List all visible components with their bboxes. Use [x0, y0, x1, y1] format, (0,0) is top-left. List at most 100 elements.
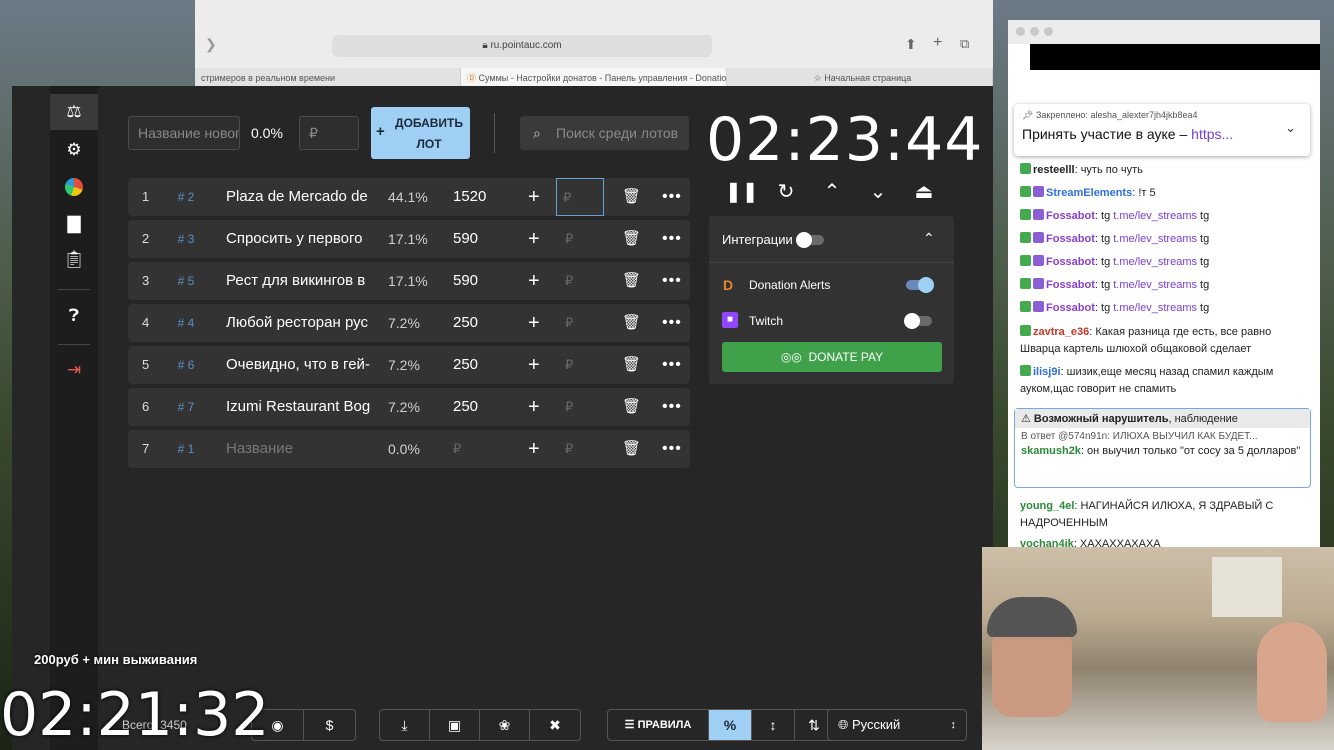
new-lot-name-input[interactable]: Название нового лота — [128, 116, 240, 150]
more-icon[interactable]: ••• — [662, 178, 682, 216]
chevron-down-icon[interactable]: ⌄ — [863, 177, 893, 207]
lot-add-amount-input[interactable]: ₽ — [556, 178, 604, 216]
chat-username[interactable]: resteelll — [1033, 164, 1075, 176]
currency-button[interactable]: $ — [303, 709, 356, 741]
lot-name[interactable]: Рест для викингов в — [226, 262, 370, 300]
add-lot-button[interactable]: + ДОБАВИТЬ ЛОТ — [371, 107, 470, 159]
chevron-up-icon[interactable]: ⌃ — [923, 230, 935, 247]
chat-username[interactable]: Fossabot — [1046, 233, 1095, 245]
trash-icon[interactable]: 🗑︎ — [622, 304, 641, 342]
lot-amount[interactable]: ₽ — [453, 430, 461, 468]
url-bar[interactable]: 🔒︎ ru.pointauc.com — [332, 35, 712, 57]
chat-link[interactable]: t.me/lev_streams — [1113, 256, 1197, 268]
donation-alerts-toggle[interactable] — [906, 277, 934, 293]
browser-tab-active[interactable]: Ⓓ Суммы - Настройки донатов - Панель упр… — [461, 68, 727, 88]
search-input[interactable]: ⌕ Поиск среди лотов — [520, 116, 689, 150]
split-icon[interactable]: ↕ — [751, 709, 795, 741]
pause-icon[interactable]: ❚❚ — [725, 177, 759, 207]
lot-name[interactable]: Izumi Restaurant Bogc — [226, 388, 370, 426]
lot-amount[interactable]: 250 — [453, 388, 478, 426]
clipboard-icon[interactable]: 📋︎ — [50, 242, 98, 278]
lot-name[interactable]: Plaza de Mercado de — [226, 178, 370, 216]
twitch-toggle[interactable] — [904, 313, 932, 329]
chat-link[interactable]: t.me/lev_streams — [1113, 302, 1197, 314]
lot-amount[interactable]: 250 — [453, 346, 478, 384]
eject-icon[interactable]: ⏏ — [909, 177, 939, 207]
trash-icon[interactable]: 🗑︎ — [622, 388, 641, 426]
lot-name[interactable]: Очевидно, что в гей- — [226, 346, 370, 384]
tabs-overview-icon[interactable]: ⧉ — [960, 36, 969, 52]
chevron-down-icon[interactable]: ⌄ — [1285, 120, 1296, 136]
lot-name[interactable]: Любой ресторан рус — [226, 304, 370, 342]
chat-username[interactable]: Fossabot — [1046, 279, 1095, 291]
new-lot-amount-input[interactable]: ₽ — [299, 116, 359, 150]
integrations-toggle[interactable] — [796, 232, 824, 248]
gavel-icon[interactable]: ⚖ — [50, 94, 98, 130]
chat-username[interactable]: Fossabot — [1046, 302, 1095, 314]
gear-icon[interactable]: ⚙ — [50, 132, 98, 168]
chat-username[interactable]: ilisj9i — [1033, 366, 1061, 378]
help-icon[interactable]: ❓︎ — [50, 298, 98, 334]
trash-icon[interactable]: 🗑︎ — [622, 430, 641, 468]
browser-tab[interactable]: ☆ Начальная страница — [727, 68, 993, 88]
lot-add-amount-input[interactable]: ₽ — [565, 388, 573, 426]
language-select[interactable]: 🌐︎ Русский ↕ — [827, 709, 967, 741]
more-icon[interactable]: ••• — [662, 220, 682, 258]
plus-icon[interactable]: + — [528, 430, 540, 468]
plus-icon[interactable]: + — [528, 262, 540, 300]
plus-icon[interactable]: + — [528, 388, 540, 426]
more-icon[interactable]: ••• — [662, 388, 682, 426]
save-icon[interactable]: ▣ — [429, 709, 480, 741]
chat-link[interactable]: t.me/lev_streams — [1113, 279, 1197, 291]
pinned-link[interactable]: https... — [1191, 126, 1233, 142]
logout-icon[interactable]: ⇥ — [50, 352, 98, 388]
plus-icon[interactable]: + — [528, 220, 540, 258]
plus-icon[interactable]: + — [528, 178, 540, 216]
window-dot[interactable] — [1016, 27, 1025, 36]
chat-username[interactable]: zavtra_e36 — [1033, 326, 1089, 338]
donate-pay-button[interactable]: ◎◎ DONATE PAY — [722, 342, 942, 372]
lot-add-amount-input[interactable]: ₽ — [565, 346, 573, 384]
window-dot[interactable] — [1030, 27, 1039, 36]
download-icon[interactable]: ⤓ — [379, 709, 430, 741]
lot-name[interactable]: Спросить у первого — [226, 220, 370, 258]
more-icon[interactable]: ••• — [662, 430, 682, 468]
lot-add-amount-input[interactable]: ₽ — [565, 220, 573, 258]
lot-add-amount-input[interactable]: ₽ — [565, 304, 573, 342]
rules-button[interactable]: ☰ ПРАВИЛА — [607, 709, 709, 741]
percent-toggle-button[interactable]: % — [708, 709, 752, 741]
lot-amount[interactable]: 590 — [453, 220, 478, 258]
chat-username[interactable]: Fossabot — [1046, 256, 1095, 268]
chat-username[interactable]: vochan4ik — [1020, 538, 1074, 547]
plus-icon[interactable]: + — [528, 304, 540, 342]
more-icon[interactable]: ••• — [662, 304, 682, 342]
pinned-message[interactable]: 📌︎ Закреплено: alesha_alexter7jh4jkb8ea4… — [1014, 104, 1310, 156]
lot-add-amount-input[interactable]: ₽ — [565, 262, 573, 300]
chat-username[interactable]: Fossabot — [1046, 210, 1095, 222]
reset-icon[interactable]: ↻ — [771, 177, 801, 207]
lot-amount[interactable]: 590 — [453, 262, 478, 300]
trash-icon[interactable]: 🗑︎ — [622, 220, 641, 258]
more-icon[interactable]: ••• — [662, 346, 682, 384]
chat-username[interactable]: StreamElements — [1046, 187, 1132, 199]
chat-link[interactable]: t.me/lev_streams — [1113, 233, 1197, 245]
more-icon[interactable]: ••• — [662, 262, 682, 300]
chat-username[interactable]: young_4el — [1020, 500, 1074, 512]
trash-icon[interactable]: 🗑︎ — [622, 178, 641, 216]
lot-amount[interactable]: 250 — [453, 304, 478, 342]
pie-chart-icon[interactable] — [50, 170, 98, 206]
new-tab-icon[interactable]: + — [933, 34, 942, 52]
window-dot[interactable] — [1044, 27, 1053, 36]
bug-icon[interactable]: ❀ — [479, 709, 530, 741]
trash-icon[interactable]: 🗑︎ — [622, 346, 641, 384]
plus-icon[interactable]: + — [528, 346, 540, 384]
lot-add-amount-input[interactable]: ₽ — [565, 430, 573, 468]
lot-amount[interactable]: 1520 — [453, 178, 486, 216]
chevron-up-icon[interactable]: ⌃ — [817, 177, 847, 207]
lot-name[interactable]: Название — [226, 430, 370, 468]
browser-tab[interactable]: стримеров в реальном времени — [195, 68, 461, 88]
delete-all-icon[interactable]: ✖ — [529, 709, 581, 741]
trash-icon[interactable]: 🗑︎ — [622, 262, 641, 300]
chat-link[interactable]: t.me/lev_streams — [1113, 210, 1197, 222]
chat-username[interactable]: skamush2k — [1021, 445, 1081, 457]
